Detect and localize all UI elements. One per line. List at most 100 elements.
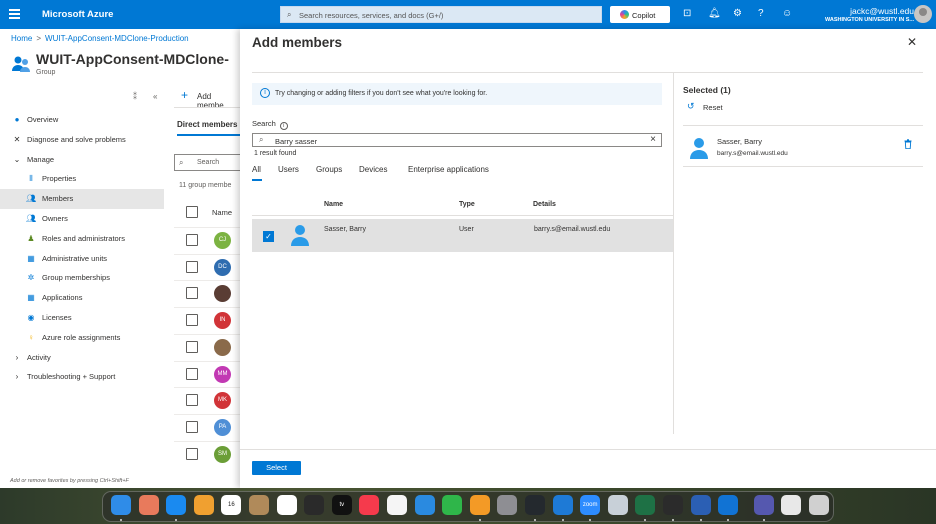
numbers-icon[interactable]	[442, 495, 463, 515]
type-column-header[interactable]: Type	[459, 201, 475, 208]
user-icon	[291, 225, 309, 246]
running-indicator	[589, 519, 592, 521]
row-checkbox[interactable]	[186, 260, 198, 273]
row-checkbox[interactable]	[186, 340, 198, 353]
sidebar-item-roles-and-administrators[interactable]: ♟ Roles and administrators	[0, 229, 164, 249]
music-icon[interactable]	[359, 495, 380, 515]
name-column-header[interactable]: Name	[212, 208, 232, 217]
select-button[interactable]: Select	[252, 461, 301, 475]
collapse-menu-icon[interactable]: «	[153, 92, 157, 101]
launchpad-icon[interactable]	[138, 495, 159, 515]
contacts-icon[interactable]	[249, 495, 269, 515]
row-checkbox[interactable]	[186, 314, 198, 327]
copilot-button[interactable]: Copilot	[610, 6, 670, 23]
row-checkbox[interactable]	[186, 447, 198, 460]
excel-icon[interactable]	[635, 495, 656, 515]
sidebar-item-label: Overview	[27, 115, 59, 124]
photos-icon[interactable]	[193, 495, 214, 515]
tab-all[interactable]: All	[252, 165, 261, 174]
tab-groups[interactable]: Groups	[316, 165, 342, 174]
appletv-icon[interactable]: tv	[331, 495, 352, 515]
music-app-icon[interactable]	[304, 495, 325, 515]
header-divider	[252, 215, 673, 216]
row-checkbox[interactable]	[186, 420, 198, 433]
member-search-input[interactable]: ⌕ Barry sasser ×	[252, 133, 662, 147]
close-icon[interactable]: ✕	[907, 35, 917, 49]
news-icon[interactable]	[387, 495, 407, 515]
feedback-icon[interactable]: ☺	[782, 8, 792, 20]
zoom-icon[interactable]: zoom	[580, 495, 601, 515]
sidebar-item-diagnose-and-solve-problems[interactable]: ✕ Diagnose and solve problems	[0, 130, 164, 150]
info-tooltip-icon[interactable]: i	[279, 122, 288, 130]
result-type: User	[459, 226, 474, 233]
vscode-icon[interactable]	[552, 495, 573, 515]
finder-icon[interactable]	[111, 495, 131, 515]
sidebar-item-administrative-units[interactable]: ▦ Administrative units	[0, 249, 164, 269]
sidebar-item-label: Diagnose and solve problems	[27, 134, 126, 144]
user-email[interactable]: jackc@wustl.edu	[850, 6, 914, 16]
user-organization[interactable]: WASHINGTON UNIVERSITY IN S...	[825, 17, 914, 23]
brand-title[interactable]: Microsoft Azure	[42, 9, 113, 20]
expand-icon[interactable]: ⁑	[133, 92, 137, 101]
result-name: Sasser, Barry	[324, 226, 367, 233]
github-icon[interactable]	[525, 495, 545, 515]
row-checkbox-checked[interactable]: ✓	[263, 231, 274, 242]
breadcrumb-home[interactable]: Home	[11, 34, 32, 43]
global-search-input[interactable]: ⌕ Search resources, services, and docs (…	[280, 6, 602, 23]
sidebar-item-troubleshooting-support[interactable]: › Troubleshooting + Support	[0, 367, 164, 387]
sidebar-item-manage[interactable]: ⌄ Manage	[0, 150, 164, 170]
chevron-down-icon: ⌄	[13, 154, 21, 164]
members-search-input[interactable]: ⌕ Search	[174, 154, 240, 171]
pages-icon[interactable]	[469, 495, 490, 515]
active-tab-underline	[252, 179, 262, 181]
word-icon[interactable]	[690, 495, 711, 515]
row-checkbox[interactable]	[186, 287, 198, 300]
trash-icon[interactable]	[809, 495, 829, 515]
document-icon[interactable]	[781, 495, 802, 515]
sidebar-item-applications[interactable]: ▦ Applications	[0, 288, 164, 308]
sidebar-item-label: Group memberships	[42, 273, 110, 283]
sidebar-item-activity[interactable]: › Activity	[0, 348, 164, 368]
reminders-icon[interactable]	[276, 495, 297, 515]
tab-direct-members[interactable]: Direct members	[177, 120, 237, 129]
row-checkbox[interactable]	[186, 367, 198, 380]
keynote-icon[interactable]	[414, 495, 435, 515]
terminal-icon[interactable]	[663, 495, 683, 515]
calendar-icon[interactable]: 16	[221, 495, 242, 515]
settings-gear-icon[interactable]: ⚙	[733, 8, 742, 20]
teams-icon[interactable]	[753, 495, 774, 515]
breadcrumb-current[interactable]: WUIT-AppConsent-MDClone-Production	[45, 34, 189, 43]
select-all-checkbox[interactable]	[186, 206, 198, 218]
row-checkbox[interactable]	[186, 394, 198, 407]
reset-icon: ↺	[687, 101, 695, 111]
running-indicator	[478, 519, 481, 521]
outlook-icon[interactable]	[718, 495, 739, 515]
result-row[interactable]: ✓ Sasser, Barry User barry.s@email.wustl…	[252, 219, 673, 252]
tab-enterprise-applications[interactable]: Enterprise applications	[408, 165, 489, 174]
settings-icon[interactable]	[497, 495, 518, 515]
tab-users[interactable]: Users	[278, 165, 299, 174]
sidebar-item-azure-role-assignments[interactable]: ♀ Azure role assignments	[0, 328, 164, 348]
filezilla-icon[interactable]	[607, 495, 628, 515]
sidebar-item-owners[interactable]: 👥︎ Owners	[0, 209, 164, 229]
admin-units-icon: ▦	[27, 253, 35, 263]
tab-devices[interactable]: Devices	[359, 165, 387, 174]
sidebar-item-members[interactable]: 👥︎ Members	[0, 189, 164, 209]
add-members-panel: Add members ✕ i Try changing or adding f…	[240, 29, 936, 488]
notifications-icon[interactable]: 🔔︎	[708, 8, 721, 20]
cloud-shell-icon[interactable]: ⊡	[683, 8, 691, 20]
hamburger-menu-icon[interactable]	[9, 9, 20, 19]
add-members-button[interactable]: + Add membe	[174, 86, 240, 110]
clear-search-icon[interactable]: ×	[650, 134, 656, 145]
name-column-header[interactable]: Name	[324, 201, 343, 208]
user-avatar[interactable]	[914, 5, 932, 23]
sidebar-item-group-memberships[interactable]: ✲ Group memberships	[0, 268, 164, 288]
safari-icon[interactable]	[166, 495, 187, 515]
delete-icon[interactable]	[904, 139, 912, 149]
sidebar-item-licenses[interactable]: ◉ Licenses	[0, 308, 164, 328]
sidebar-item-properties[interactable]: ⦀ Properties	[0, 169, 164, 189]
help-icon[interactable]: ?	[758, 8, 764, 20]
row-checkbox[interactable]	[186, 234, 198, 246]
details-column-header[interactable]: Details	[533, 201, 556, 208]
sidebar-item-overview[interactable]: ● Overview	[0, 110, 164, 130]
